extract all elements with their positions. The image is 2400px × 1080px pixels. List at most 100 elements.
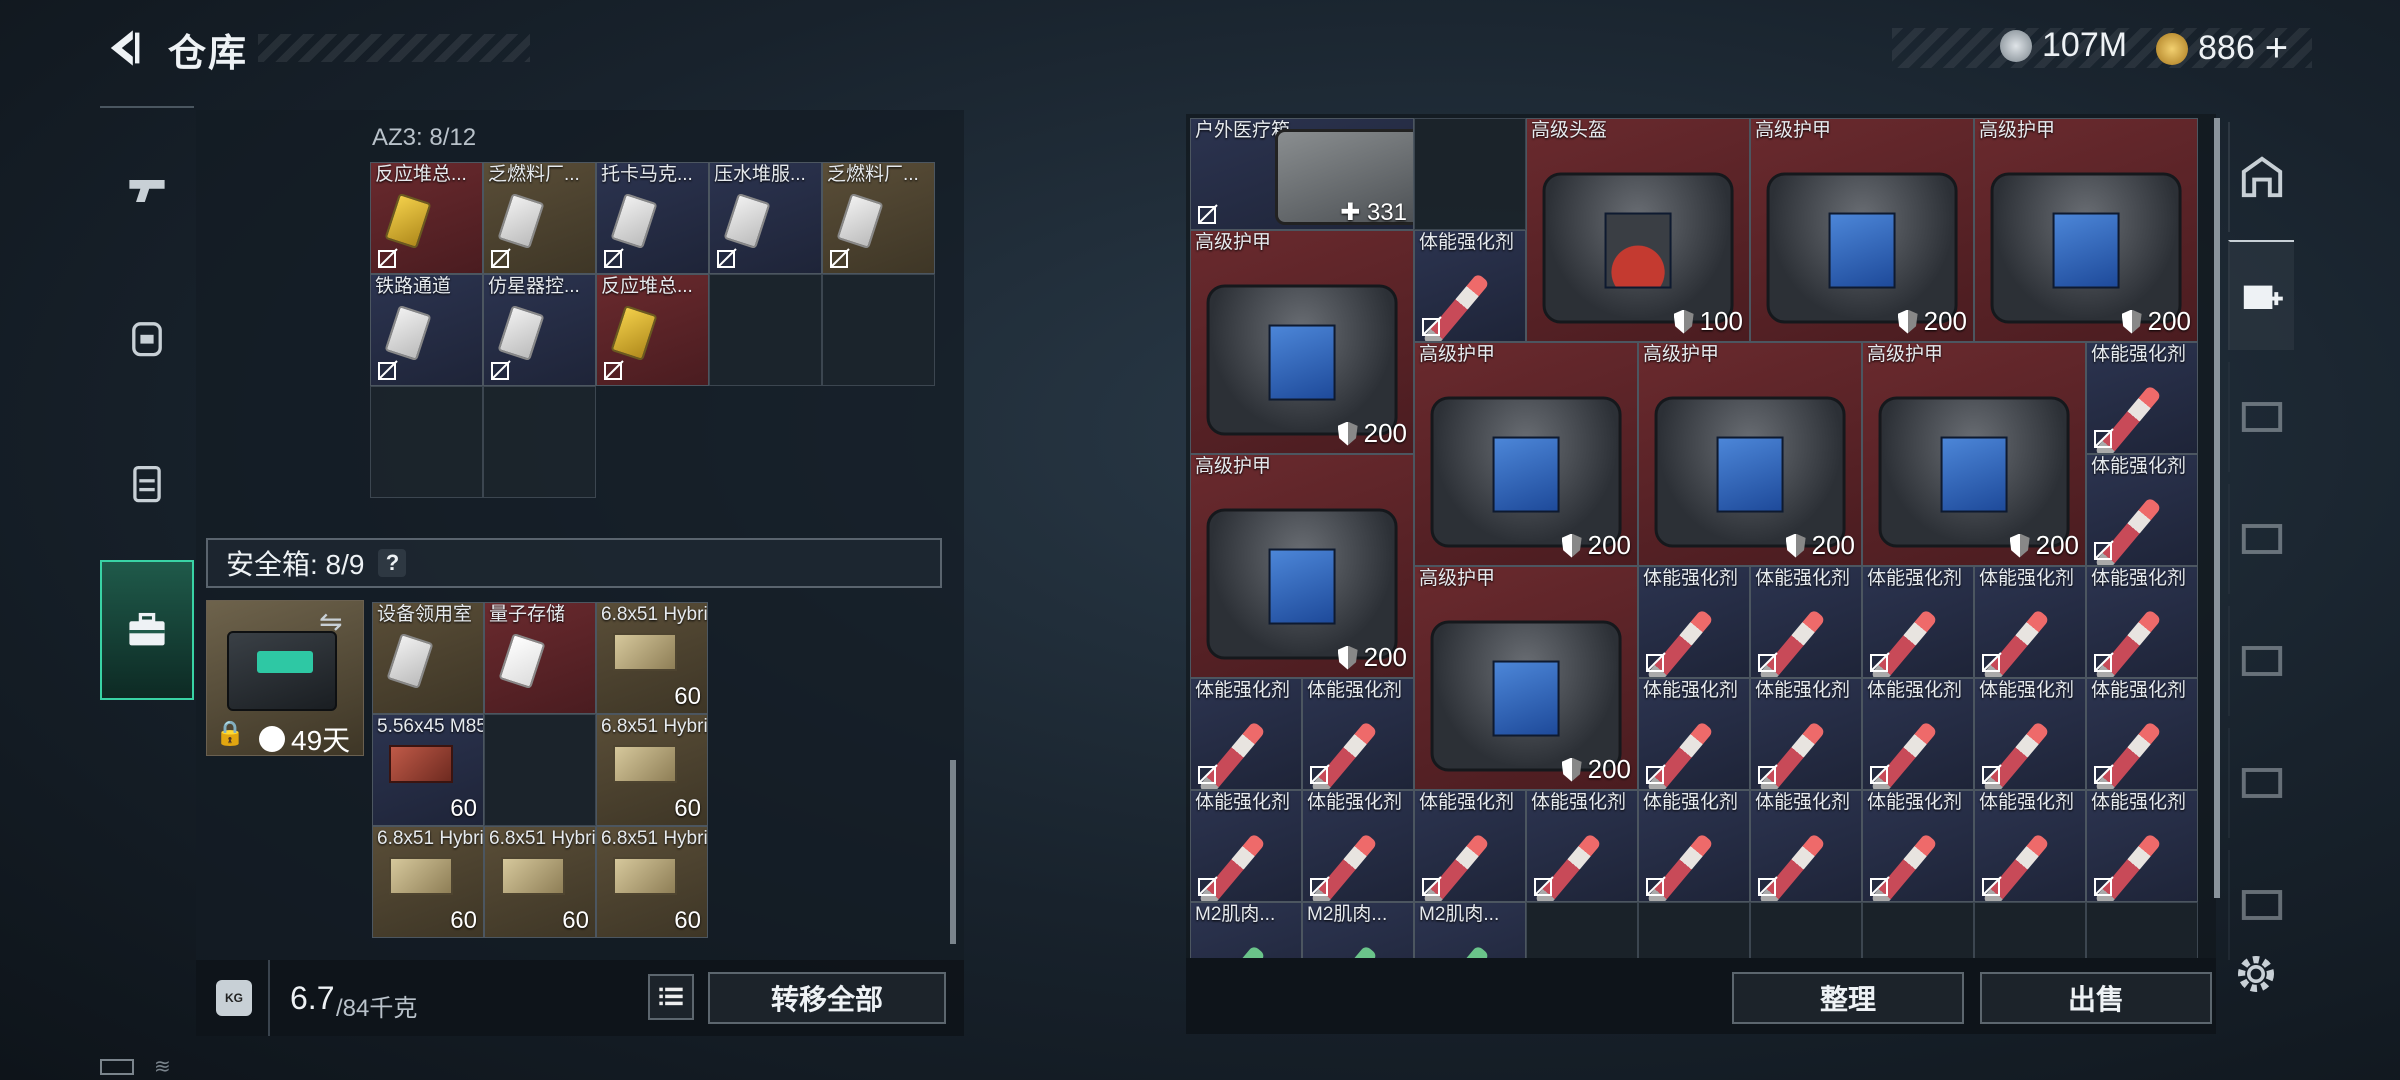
tab-stash-medical[interactable] xyxy=(2228,240,2294,350)
nav-backpack[interactable] xyxy=(100,272,194,402)
left-scrollbar[interactable] xyxy=(950,760,956,944)
armor-item[interactable]: 高级护甲 200 xyxy=(1638,342,1862,566)
safe-help-button[interactable]: ? xyxy=(378,549,407,577)
settings-button[interactable] xyxy=(2232,950,2288,1006)
stim-item[interactable]: M2肌肉... xyxy=(1190,902,1302,958)
syringe-item[interactable]: 体能强化剂 xyxy=(1638,678,1750,790)
item-name: 体能强化剂 xyxy=(1307,792,1403,813)
usb-drive-icon xyxy=(498,632,546,690)
syringe-item[interactable]: 体能强化剂 xyxy=(1862,790,1974,902)
armor-item[interactable]: 高级护甲 200 xyxy=(1190,230,1414,454)
vest-icon xyxy=(133,465,161,503)
currency-gold: 886 + xyxy=(2156,26,2288,71)
armor-vest-icon xyxy=(1766,172,1958,324)
keycard-item[interactable]: 反应堆总... xyxy=(596,274,709,386)
not-insured-icon xyxy=(1870,876,1890,896)
nav-vest[interactable] xyxy=(100,418,194,548)
sell-button[interactable]: 出售 xyxy=(1980,972,2212,1024)
sort-button[interactable]: 整理 xyxy=(1732,972,1964,1024)
syringe-item[interactable]: 体能强化剂 xyxy=(1974,678,2086,790)
syringe-item[interactable]: 体能强化剂 xyxy=(1862,566,1974,678)
item-name: 体能强化剂 xyxy=(1755,680,1851,701)
container-label: AZ3: 8/12 xyxy=(372,124,477,151)
keycard-item[interactable]: 铁路通道 xyxy=(370,274,483,386)
shield-icon xyxy=(1673,309,1694,334)
syringe-item[interactable]: 体能强化剂 xyxy=(1526,790,1638,902)
safe-box-item[interactable]: ⇋ 🔒 49天 xyxy=(206,600,364,756)
syringe-item[interactable]: 体能强化剂 xyxy=(2086,678,2198,790)
syringe-item[interactable]: 体能强化剂 xyxy=(1414,790,1526,902)
syringe-item[interactable]: 体能强化剂 xyxy=(1862,678,1974,790)
syringe-item[interactable]: 体能强化剂 xyxy=(2086,790,2198,902)
tab-stash-4[interactable] xyxy=(2228,484,2294,594)
keycard-item[interactable]: 乏燃料厂... xyxy=(483,162,596,274)
armor-item[interactable]: 高级护甲 200 xyxy=(1414,566,1638,790)
keycard-item[interactable]: 托卡马克... xyxy=(596,162,709,274)
syringe-item[interactable]: 体能强化剂 xyxy=(1302,790,1414,902)
syringe-item[interactable]: 体能强化剂 xyxy=(2086,566,2198,678)
syringe-item[interactable]: 体能强化剂 xyxy=(1302,678,1414,790)
tab-stash-5[interactable] xyxy=(2228,606,2294,716)
syringe-item[interactable]: 体能强化剂 xyxy=(1638,790,1750,902)
syringe-item[interactable]: 体能强化剂 xyxy=(1974,566,2086,678)
armor-item[interactable]: 高级护甲 200 xyxy=(1750,118,1974,342)
syringe-item[interactable]: 体能强化剂 xyxy=(1750,566,1862,678)
safe-grid: 设备领用室量子存储 6.8x51 Hybrid 60 5.56x45 M855A1 60… xyxy=(372,602,710,938)
keycard-item[interactable]: 乏燃料厂... xyxy=(822,162,935,274)
tab-stash-6[interactable] xyxy=(2228,728,2294,838)
keycard-item[interactable]: 反应堆总... xyxy=(370,162,483,274)
stash-tab-icon xyxy=(2241,768,2283,798)
safe-item[interactable]: 量子存储 xyxy=(484,602,596,714)
safe-item[interactable]: 6.8x51 Hybrid 60 xyxy=(596,602,708,714)
right-scrollbar[interactable] xyxy=(2214,118,2220,898)
medkit-item[interactable]: 户外医疗箱 ✚ 331 xyxy=(1190,118,1414,230)
keycard-item[interactable]: 仿星器控... xyxy=(483,274,596,386)
armor-item[interactable]: 高级护甲 200 xyxy=(1190,454,1414,678)
add-currency-button[interactable]: + xyxy=(2265,26,2288,71)
not-insured-icon xyxy=(604,248,624,268)
tab-stash-main[interactable] xyxy=(2228,122,2294,232)
stim-item[interactable]: M2肌肉... xyxy=(1414,902,1526,958)
shield-icon xyxy=(1897,309,1918,334)
syringe-item[interactable]: 体能强化剂 xyxy=(1190,790,1302,902)
syringe-item[interactable]: 体能强化剂 xyxy=(2086,454,2198,566)
armor-item[interactable]: 高级护甲 200 xyxy=(1862,342,2086,566)
nav-safe-box[interactable] xyxy=(100,560,194,700)
syringe-item[interactable]: 体能强化剂 xyxy=(1190,678,1302,790)
grid-slot xyxy=(1526,902,1638,958)
syringe-item[interactable]: 体能强化剂 xyxy=(1414,230,1526,342)
safe-item[interactable]: 设备领用室 xyxy=(372,602,484,714)
safe-box-image xyxy=(227,631,337,711)
safe-item[interactable]: 6.8x51 Hybrid 60 xyxy=(372,826,484,938)
weight-icon: KG xyxy=(216,980,252,1016)
syringe-item[interactable]: 体能强化剂 xyxy=(1750,678,1862,790)
tab-stash-3[interactable] xyxy=(2228,362,2294,472)
item-name: 体能强化剂 xyxy=(1755,568,1851,589)
safe-item[interactable]: 6.8x51 Hybrid 60 xyxy=(596,826,708,938)
transfer-all-button[interactable]: 转移全部 xyxy=(708,972,946,1024)
tab-stash-7[interactable] xyxy=(2228,850,2294,960)
keycard-icon xyxy=(610,192,658,250)
keycard-item[interactable]: 压水堆服... xyxy=(709,162,822,274)
not-insured-icon xyxy=(1422,316,1442,336)
syringe-item[interactable]: 体能强化剂 xyxy=(1750,790,1862,902)
stim-item[interactable]: M2肌肉... xyxy=(1302,902,1414,958)
armor-vest-icon xyxy=(1430,620,1622,772)
armor-item[interactable]: 高级护甲 200 xyxy=(1974,118,2198,342)
swap-icon[interactable]: ⇋ xyxy=(319,605,342,638)
syringe-item[interactable]: 体能强化剂 xyxy=(2086,342,2198,454)
stash-tab-icon xyxy=(2241,646,2283,676)
durability: 200 xyxy=(1337,642,1407,673)
syringe-item[interactable]: 体能强化剂 xyxy=(1638,566,1750,678)
safe-item[interactable]: 6.8x51 Hybrid 60 xyxy=(484,826,596,938)
safe-item[interactable]: 6.8x51 Hybrid 60 xyxy=(596,714,708,826)
nav-weapons[interactable] xyxy=(100,126,194,256)
helmet-item[interactable]: 高级头盔 100 xyxy=(1526,118,1750,342)
syringe-item[interactable]: 体能强化剂 xyxy=(1974,790,2086,902)
back-button[interactable] xyxy=(96,20,152,76)
armor-item[interactable]: 高级护甲 200 xyxy=(1414,342,1638,566)
safe-item[interactable]: 5.56x45 M855A1 60 xyxy=(372,714,484,826)
item-name: 高级护甲 xyxy=(1979,120,2056,141)
list-view-button[interactable] xyxy=(648,974,694,1020)
item-name: 高级护甲 xyxy=(1419,568,1496,589)
